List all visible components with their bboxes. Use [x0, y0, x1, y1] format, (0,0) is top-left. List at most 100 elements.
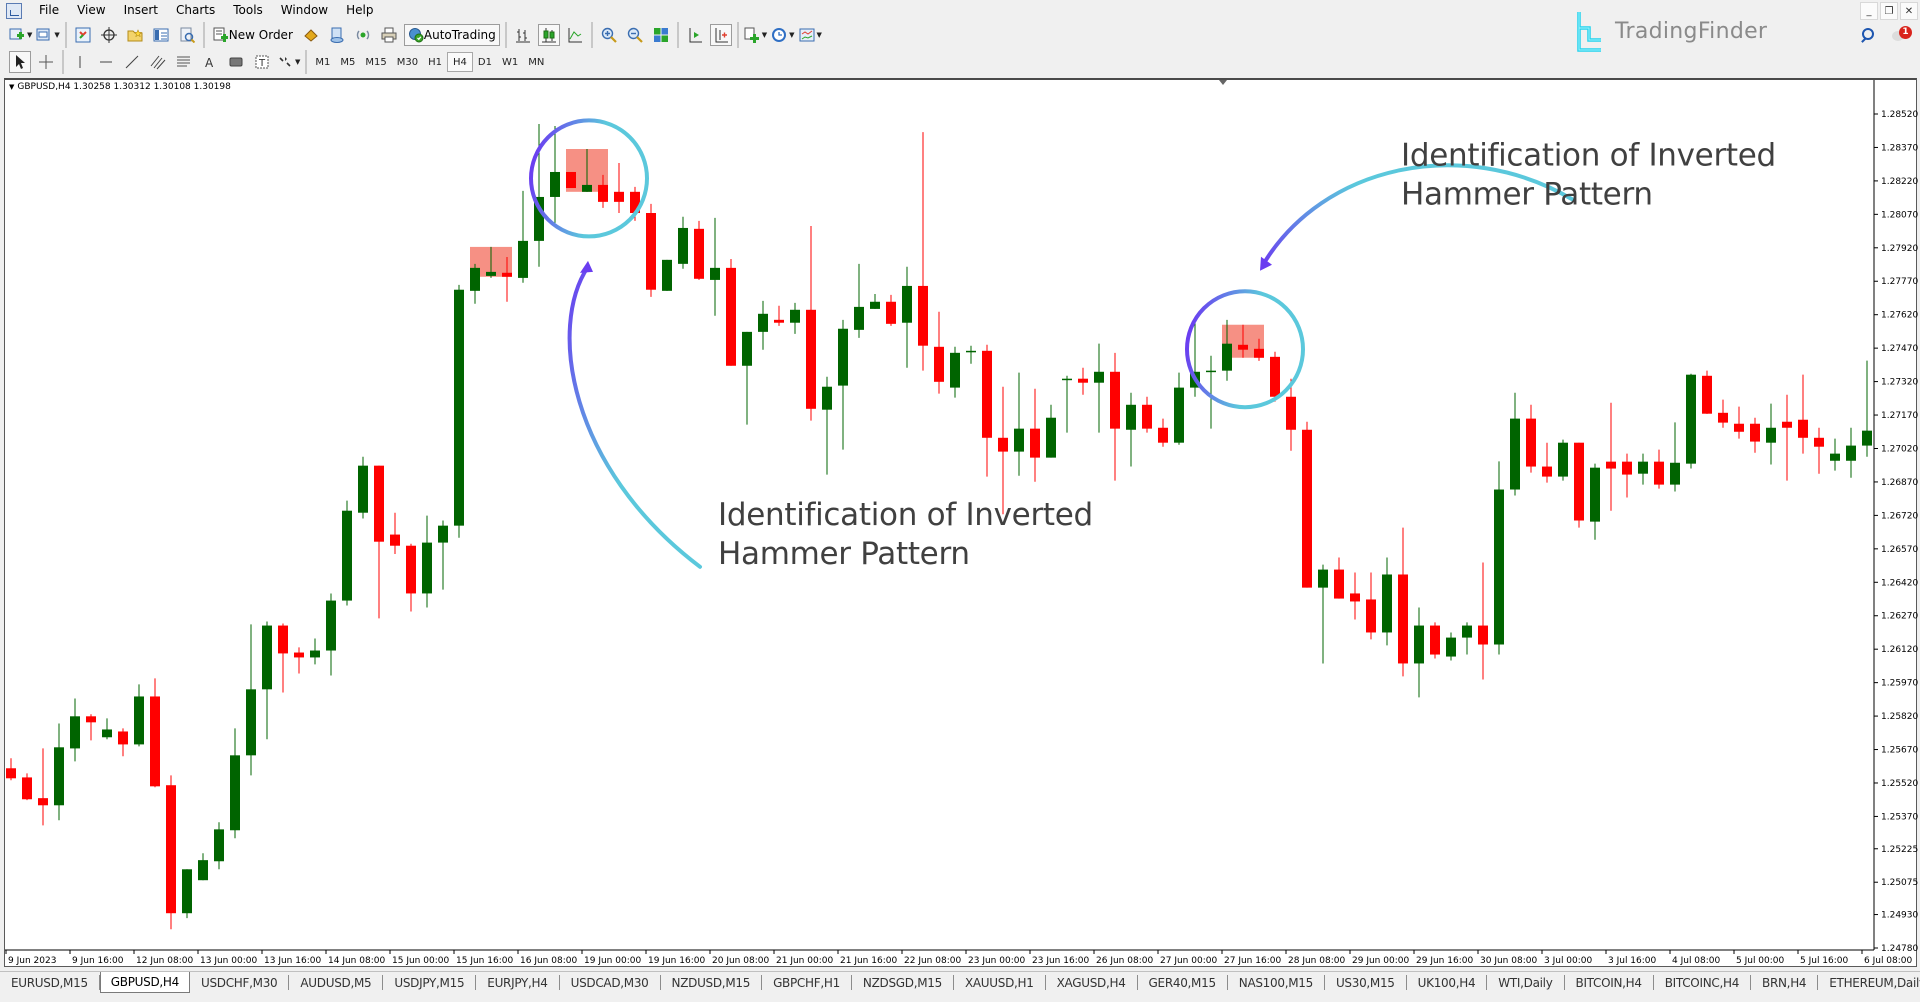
indicators-button[interactable]: ▼ [744, 24, 767, 46]
svg-text:A: A [205, 56, 214, 70]
timeframe-m1[interactable]: M1 [310, 52, 335, 72]
new-chart-icon [9, 28, 24, 40]
community-button[interactable] [326, 24, 348, 46]
candle-body-bull [790, 309, 800, 323]
chart-tab-ethereum-daily[interactable]: ETHEREUM,Daily [1818, 975, 1920, 990]
chart-tab-bitcoin-h4[interactable]: BITCOIN,H4 [1565, 975, 1654, 990]
timeframe-w1[interactable]: W1 [497, 52, 523, 72]
timeframe-mn[interactable]: MN [523, 52, 549, 72]
market-watch-button[interactable] [72, 24, 94, 46]
time-tick-label: 22 Jun 08:00 [904, 956, 961, 966]
chart-shift-button[interactable] [709, 24, 732, 46]
chart-shift-marker[interactable] [1219, 80, 1227, 85]
chart-tab-us30-m15[interactable]: US30,M15 [1325, 975, 1407, 990]
periods-button[interactable]: ▼ [771, 24, 795, 46]
tile-windows-button[interactable] [650, 24, 672, 46]
candle [758, 300, 768, 350]
timeframe-d1[interactable]: D1 [473, 52, 497, 72]
chart-tab-gbpusd-h4[interactable]: GBPUSD,H4 [99, 972, 190, 993]
menu-insert[interactable]: Insert [115, 0, 167, 21]
indicators-icon [744, 27, 759, 43]
metaeditor-button[interactable] [300, 24, 322, 46]
templates-button[interactable]: ▼ [799, 24, 822, 46]
line-chart-button[interactable] [564, 24, 586, 46]
chart-window[interactable]: 1.28520 1.28370 1.28220 1.28070 1.27920 1.277… [4, 78, 1918, 969]
chart-tab-brn-h4[interactable]: BRN,H4 [1751, 975, 1819, 990]
signals-button[interactable] [352, 24, 374, 46]
minimize-button[interactable]: _ [1860, 2, 1878, 20]
print-button[interactable] [378, 24, 400, 46]
price-tick-label: 1.25820 [1881, 712, 1918, 722]
chart-tab-nzdsgd-m15[interactable]: NZDSGD,M15 [852, 975, 954, 990]
crosshair-button[interactable] [35, 51, 57, 73]
collapse-triangle-icon[interactable]: ▼ [9, 83, 14, 91]
new-order-button[interactable]: New Order [210, 24, 296, 46]
timeframe-m30[interactable]: M30 [392, 52, 423, 72]
text-button[interactable]: A [199, 51, 221, 73]
signal-icon [356, 30, 370, 40]
cursor-button[interactable] [9, 51, 31, 73]
timeframe-h1[interactable]: H1 [423, 52, 447, 72]
chart-tab-nas100-m15[interactable]: NAS100,M15 [1228, 975, 1325, 990]
arrows-button[interactable]: ▼ [277, 51, 300, 73]
autoscroll-button[interactable] [684, 24, 706, 46]
chart-tab-eurjpy-h4[interactable]: EURJPY,H4 [476, 975, 560, 990]
menu-file[interactable]: File [30, 0, 68, 21]
candle-body-bull [1062, 378, 1072, 381]
navigator-button[interactable] [124, 24, 146, 46]
notifications-button[interactable]: 1 [1892, 26, 1912, 44]
chart-tab-eurusd-m15[interactable]: EURUSD,M15 [0, 975, 100, 990]
restore-button[interactable]: ❐ [1880, 2, 1898, 20]
menu-help[interactable]: Help [337, 0, 382, 21]
chart-tab-usdcad-m30[interactable]: USDCAD,M30 [560, 975, 661, 990]
price-chart[interactable]: 1.28520 1.28370 1.28220 1.28070 1.27920 1.277… [5, 80, 1918, 969]
toolbar-group-scroll [676, 22, 737, 48]
chart-tab-wti-daily[interactable]: WTI,Daily [1487, 975, 1565, 990]
time-tick-label: 9 Jun 2023 [8, 956, 56, 966]
chart-shift-icon [715, 28, 728, 43]
chart-tab-uk100-h4[interactable]: UK100,H4 [1407, 975, 1488, 990]
menu-view[interactable]: View [68, 0, 114, 21]
chart-tab-xauusd-h1[interactable]: XAUUSD,H1 [954, 975, 1046, 990]
search-icon[interactable] [1860, 28, 1874, 42]
new-chart-button[interactable]: ▼ [9, 24, 32, 46]
fibonacci-button[interactable] [173, 51, 195, 73]
chart-tab-ger40-m15[interactable]: GER40,M15 [1138, 975, 1228, 990]
equidistant-channel-button[interactable] [147, 51, 169, 73]
menu-charts[interactable]: Charts [167, 0, 224, 21]
menu-tools[interactable]: Tools [224, 0, 272, 21]
candle [662, 259, 672, 291]
candle-body-bear [1606, 461, 1616, 469]
strategy-tester-button[interactable] [176, 24, 198, 46]
chart-tab-bitcoinc-h4[interactable]: BITCOINC,H4 [1654, 975, 1752, 990]
candle [1782, 394, 1792, 481]
profiles-button[interactable]: ▼ [36, 24, 60, 46]
chart-tab-xagusd-h4[interactable]: XAGUSD,H4 [1046, 975, 1138, 990]
terminal-button[interactable] [150, 24, 172, 46]
trendline-button[interactable] [121, 51, 143, 73]
chart-tab-audusd-m5[interactable]: AUDUSD,M5 [289, 975, 384, 990]
candle-body-bear [1350, 593, 1360, 602]
chart-tab-gbpchf-h1[interactable]: GBPCHF,H1 [762, 975, 852, 990]
menu-window[interactable]: Window [272, 0, 337, 21]
text-label-button[interactable]: T [251, 51, 273, 73]
zoom-in-button[interactable] [598, 24, 620, 46]
horizontal-line-button[interactable] [95, 51, 117, 73]
vertical-line-button[interactable] [69, 51, 91, 73]
rectangle-button[interactable] [225, 51, 247, 73]
candle-body-bear [150, 696, 160, 787]
chart-tab-usdchf-m30[interactable]: USDCHF,M30 [190, 975, 290, 990]
zoom-out-icon [627, 27, 643, 43]
timeframe-m5[interactable]: M5 [335, 52, 360, 72]
timeframe-h4[interactable]: H4 [447, 52, 473, 72]
timeframe-m15[interactable]: M15 [360, 52, 391, 72]
zoom-out-button[interactable] [624, 24, 646, 46]
chart-tab-usdjpy-m15[interactable]: USDJPY,M15 [383, 975, 477, 990]
autotrading-button[interactable]: AutoTrading [403, 24, 500, 46]
crosshair-tool-icon [39, 55, 53, 69]
bar-chart-button[interactable] [512, 24, 534, 46]
chart-tab-nzdusd-m15[interactable]: NZDUSD,M15 [661, 975, 763, 990]
close-button[interactable]: ✕ [1900, 2, 1918, 20]
data-window-button[interactable] [98, 24, 120, 46]
candlestick-chart-button[interactable] [537, 24, 560, 46]
